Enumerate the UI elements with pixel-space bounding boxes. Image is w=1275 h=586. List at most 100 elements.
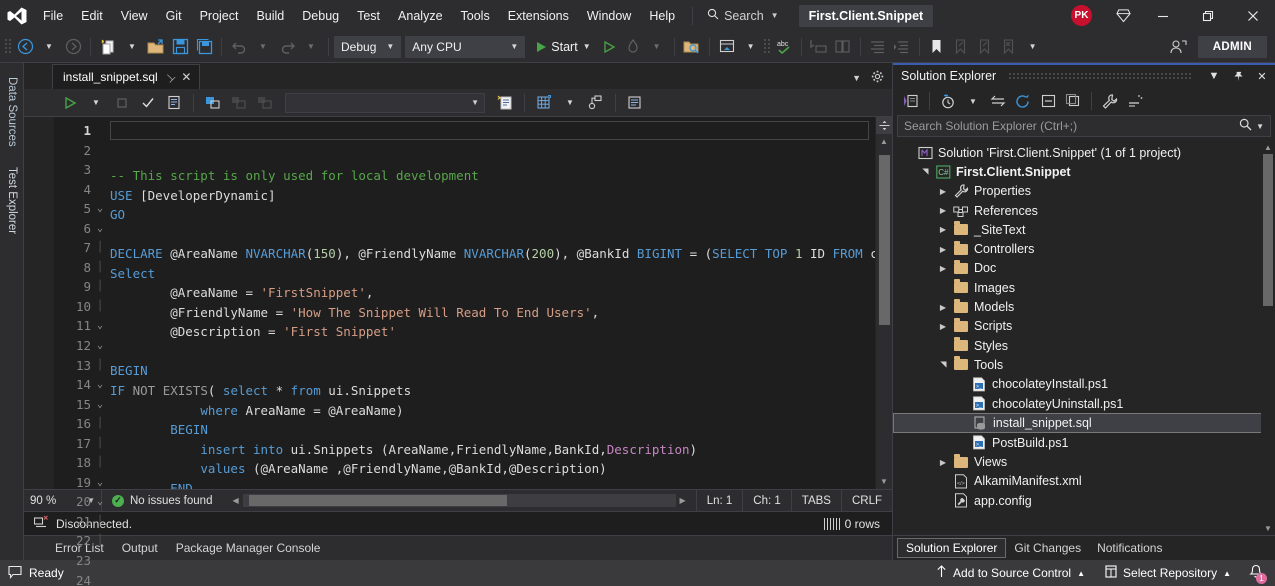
expanded-arrow-icon[interactable]: ◢ <box>939 357 948 373</box>
chevron-down-icon[interactable]: ▼ <box>961 90 985 112</box>
results-to-grid-icon[interactable] <box>532 91 556 115</box>
collapsed-arrow-icon[interactable]: ▶ <box>935 206 951 215</box>
tree-item[interactable]: ▶ Doc <box>893 259 1275 278</box>
collapsed-arrow-icon[interactable]: ▶ <box>935 303 951 312</box>
menu-debug[interactable]: Debug <box>293 0 348 31</box>
tree-item[interactable]: </> AlkamiManifest.xml <box>893 472 1275 491</box>
hot-reload-dropdown-icon[interactable]: ▼ <box>645 35 669 59</box>
collapsed-arrow-icon[interactable]: ▶ <box>935 458 951 467</box>
tab-output[interactable]: Output <box>113 536 167 560</box>
pending-changes-icon[interactable] <box>936 90 960 112</box>
navigate-forward-icon[interactable] <box>61 35 85 59</box>
tree-item[interactable]: ▶ Properties <box>893 182 1275 201</box>
tree-item-selected[interactable]: install_snippet.sql <box>893 413 1275 434</box>
tree-item[interactable]: Solution 'First.Client.Snippet' (1 of 1 … <box>893 143 1275 162</box>
scrollbar-track[interactable] <box>876 149 893 474</box>
new-query-icon[interactable] <box>493 91 517 115</box>
collapsed-arrow-icon[interactable]: ▶ <box>935 322 951 331</box>
minimize-icon[interactable] <box>1140 0 1185 31</box>
chevron-down-icon[interactable]: ▼ <box>558 91 582 115</box>
outlining-margin[interactable]: ⌄ ⌄ │ │ │ │ ⌄ ⌄ │ ⌄ ⌄ │ │ │ ⌄ ⌄ │ │ <box>96 117 110 546</box>
comment-selection-icon[interactable] <box>807 35 831 59</box>
close-icon[interactable]: ✕ <box>1253 67 1271 85</box>
save-all-icon[interactable] <box>192 35 216 59</box>
avatar[interactable]: PK <box>1071 5 1092 26</box>
tree-item[interactable]: >_ PostBuild.ps1 <box>893 433 1275 452</box>
tree-item[interactable]: ▶ Views <box>893 452 1275 471</box>
toolbar-grip[interactable] <box>763 38 772 56</box>
code-text-area[interactable]: -- This script is only used for local de… <box>110 117 875 489</box>
fold-toggle[interactable]: ⌄ <box>96 375 110 395</box>
fold-toggle[interactable]: ⌄ <box>96 473 110 493</box>
new-item-dropdown-icon[interactable]: ▼ <box>120 35 144 59</box>
folder-search-icon[interactable] <box>680 35 704 59</box>
collapsed-arrow-icon[interactable]: ▶ <box>935 187 951 196</box>
fold-toggle[interactable]: ⌄ <box>96 395 110 415</box>
gear-icon[interactable] <box>871 70 884 86</box>
menu-file[interactable]: File <box>34 0 72 31</box>
redo-dropdown-icon[interactable]: ▼ <box>299 35 323 59</box>
tree-item[interactable]: ▶ _SiteText <box>893 220 1275 239</box>
refresh-icon[interactable] <box>1011 90 1035 112</box>
tab-package-manager-console[interactable]: Package Manager Console <box>167 536 330 560</box>
expanded-arrow-icon[interactable]: ◢ <box>921 164 930 180</box>
execute-query-icon[interactable] <box>58 91 82 115</box>
outdent-icon[interactable] <box>866 35 890 59</box>
collapsed-arrow-icon[interactable]: ▶ <box>935 264 951 273</box>
database-select[interactable]: ▼ <box>285 92 485 113</box>
code-view-icon[interactable] <box>899 90 923 112</box>
tree-vertical-scrollbar[interactable]: ▲ ▼ <box>1261 141 1275 535</box>
tab-notifications[interactable]: Notifications <box>1089 538 1170 558</box>
search-icon[interactable] <box>1239 118 1252 134</box>
scroll-down-arrow[interactable]: ▼ <box>1264 522 1272 535</box>
solution-tree[interactable]: Solution 'First.Client.Snippet' (1 of 1 … <box>893 141 1275 535</box>
tab-solution-explorer[interactable]: Solution Explorer <box>897 538 1007 558</box>
split-view-icon[interactable] <box>875 117 893 134</box>
scroll-left-arrow[interactable]: ◀ <box>228 496 242 505</box>
properties-window-icon[interactable] <box>715 35 739 59</box>
panel-drag-handle[interactable] <box>1008 72 1193 80</box>
clear-bookmarks-icon[interactable] <box>997 35 1021 59</box>
close-icon[interactable]: ✕ <box>181 70 191 84</box>
save-icon[interactable] <box>168 35 192 59</box>
code-editor[interactable]: 1 2 3 4 5 6 7 8 9 10 11 12 13 14 15 16 17 18 19 20 21 22 23 24 … <box>24 117 893 586</box>
collapsed-arrow-icon[interactable]: ▶ <box>935 245 951 254</box>
abc-check-icon[interactable]: abc <box>772 35 796 59</box>
indent-icon[interactable] <box>890 35 914 59</box>
tree-item[interactable]: >_ chocolateyInstall.ps1 <box>893 375 1275 394</box>
fold-toggle[interactable]: ⌄ <box>96 199 110 219</box>
menu-help[interactable]: Help <box>640 0 684 31</box>
search-input[interactable] <box>904 119 1240 133</box>
tree-item[interactable]: Images <box>893 278 1275 297</box>
menu-build[interactable]: Build <box>247 0 293 31</box>
scroll-right-arrow[interactable]: ▶ <box>676 496 690 505</box>
menu-view[interactable]: View <box>112 0 157 31</box>
stop-icon[interactable] <box>110 91 134 115</box>
tree-item[interactable]: ◢ Tools <box>893 355 1275 374</box>
solution-explorer-search[interactable]: ▼ <box>897 115 1271 137</box>
tree-scrollbar-thumb[interactable] <box>1263 154 1273 306</box>
solution-platform-select[interactable]: Any CPU ▼ <box>405 35 526 58</box>
connect-database-icon[interactable] <box>201 91 225 115</box>
solution-configuration-select[interactable]: Debug ▼ <box>334 35 402 58</box>
pin-icon[interactable]: ⊣ <box>162 69 178 85</box>
sync-with-active-document-icon[interactable] <box>986 90 1010 112</box>
bookmark-icon[interactable] <box>925 35 949 59</box>
collapse-all-icon[interactable] <box>1036 90 1060 112</box>
hscrollbar-thumb[interactable] <box>248 495 507 506</box>
start-without-debugging-icon[interactable] <box>597 35 621 59</box>
rail-tab-test-explorer[interactable]: Test Explorer <box>0 157 23 244</box>
tree-item[interactable]: ◢ C# First.Client.Snippet <box>893 162 1275 181</box>
menu-window[interactable]: Window <box>578 0 640 31</box>
new-item-icon[interactable] <box>96 35 120 59</box>
close-icon[interactable] <box>1230 0 1275 31</box>
menu-tools[interactable]: Tools <box>452 0 499 31</box>
menu-git[interactable]: Git <box>157 0 191 31</box>
show-all-files-icon[interactable] <box>1061 90 1085 112</box>
global-search-button[interactable]: Search ▼ <box>701 5 785 27</box>
chevron-down-icon[interactable]: ▼ <box>1256 122 1264 131</box>
diamond-icon[interactable] <box>1106 0 1140 31</box>
editor-horizontal-scrollbar[interactable]: ◀ ▶ <box>222 490 695 511</box>
pin-icon[interactable] <box>1229 67 1247 85</box>
properties-icon[interactable] <box>1098 90 1122 112</box>
